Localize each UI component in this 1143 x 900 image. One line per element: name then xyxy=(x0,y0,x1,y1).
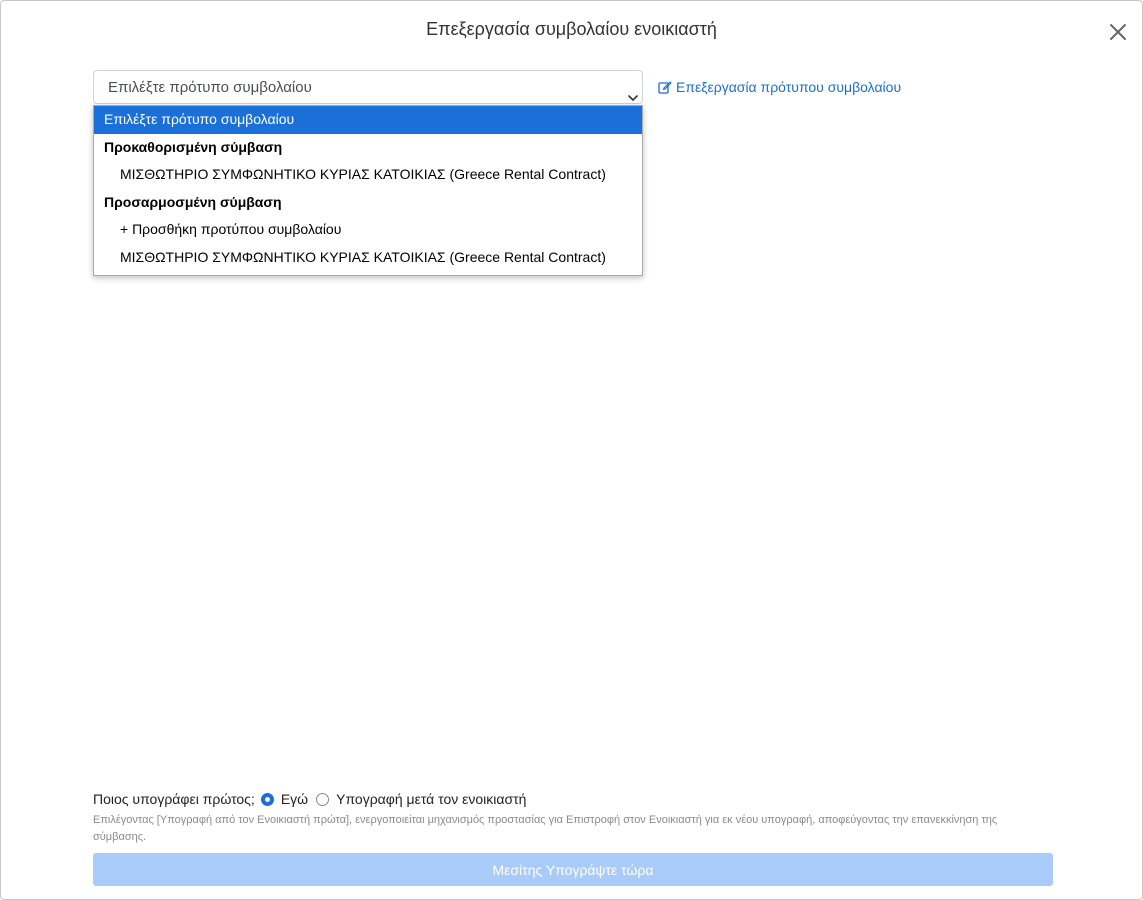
signer-help-note: Επιλέγοντας [Υπογραφή από τον Ενοικιαστή… xyxy=(93,814,998,843)
radio-signer-after-tenant-label[interactable]: Υπογραφή μετά τον ενοικιαστή xyxy=(336,791,526,807)
radio-signer-after-tenant[interactable] xyxy=(316,792,330,806)
signer-question-label: Ποιος υπογράφει πρώτος; xyxy=(93,791,255,807)
sign-now-button[interactable]: Μεσίτης Υπογράψτε τώρα xyxy=(93,853,1053,886)
template-select[interactable]: Επιλέξτε πρότυπο συμβολαίου xyxy=(93,70,643,104)
edit-contract-modal: Επεξεργασία συμβολαίου ενοικιαστή Επιλέξ… xyxy=(0,0,1143,900)
radio-signer-me[interactable] xyxy=(260,792,274,806)
chevron-down-icon xyxy=(628,82,638,101)
template-select-value: Επιλέξτε πρότυπο συμβολαίου xyxy=(108,79,312,96)
edit-template-label: Επεξεργασία πρότυπου συμβολαίου xyxy=(676,79,902,95)
signer-order-row: Ποιος υπογράφει πρώτος; Εγώ Υπογραφή μετ… xyxy=(93,791,534,807)
dropdown-option-custom-contract[interactable]: ΜΙΣΘΩΤΗΡΙΟ ΣΥΜΦΩΝΗΤΙΚΟ ΚΥΡΙΑΣ ΚΑΤΟΙΚΙΑΣ … xyxy=(94,244,642,272)
dropdown-option-placeholder[interactable]: Επιλέξτε πρότυπο συμβολαίου xyxy=(94,106,642,134)
radio-signer-me-label[interactable]: Εγώ xyxy=(281,791,308,807)
dropdown-group-custom: Προσαρμοσμένη σύμβαση xyxy=(104,193,282,210)
dropdown-group-predefined: Προκαθορισμένη σύμβαση xyxy=(104,138,283,155)
close-icon[interactable] xyxy=(1106,20,1130,44)
edit-template-link[interactable]: Επεξεργασία πρότυπου συμβολαίου xyxy=(658,79,901,95)
dropdown-option-add-template[interactable]: + Προσθήκη προτύπου συμβολαίου xyxy=(94,216,642,244)
modal-title: Επεξεργασία συμβολαίου ενοικιαστή xyxy=(426,19,717,39)
dropdown-option-predefined-contract[interactable]: ΜΙΣΘΩΤΗΡΙΟ ΣΥΜΦΩΝΗΤΙΚΟ ΚΥΡΙΑΣ ΚΑΤΟΙΚΙΑΣ … xyxy=(94,161,642,189)
edit-icon xyxy=(658,80,672,94)
template-dropdown-list: Επιλέξτε πρότυπο συμβολαίου Προκαθορισμέ… xyxy=(93,105,643,276)
